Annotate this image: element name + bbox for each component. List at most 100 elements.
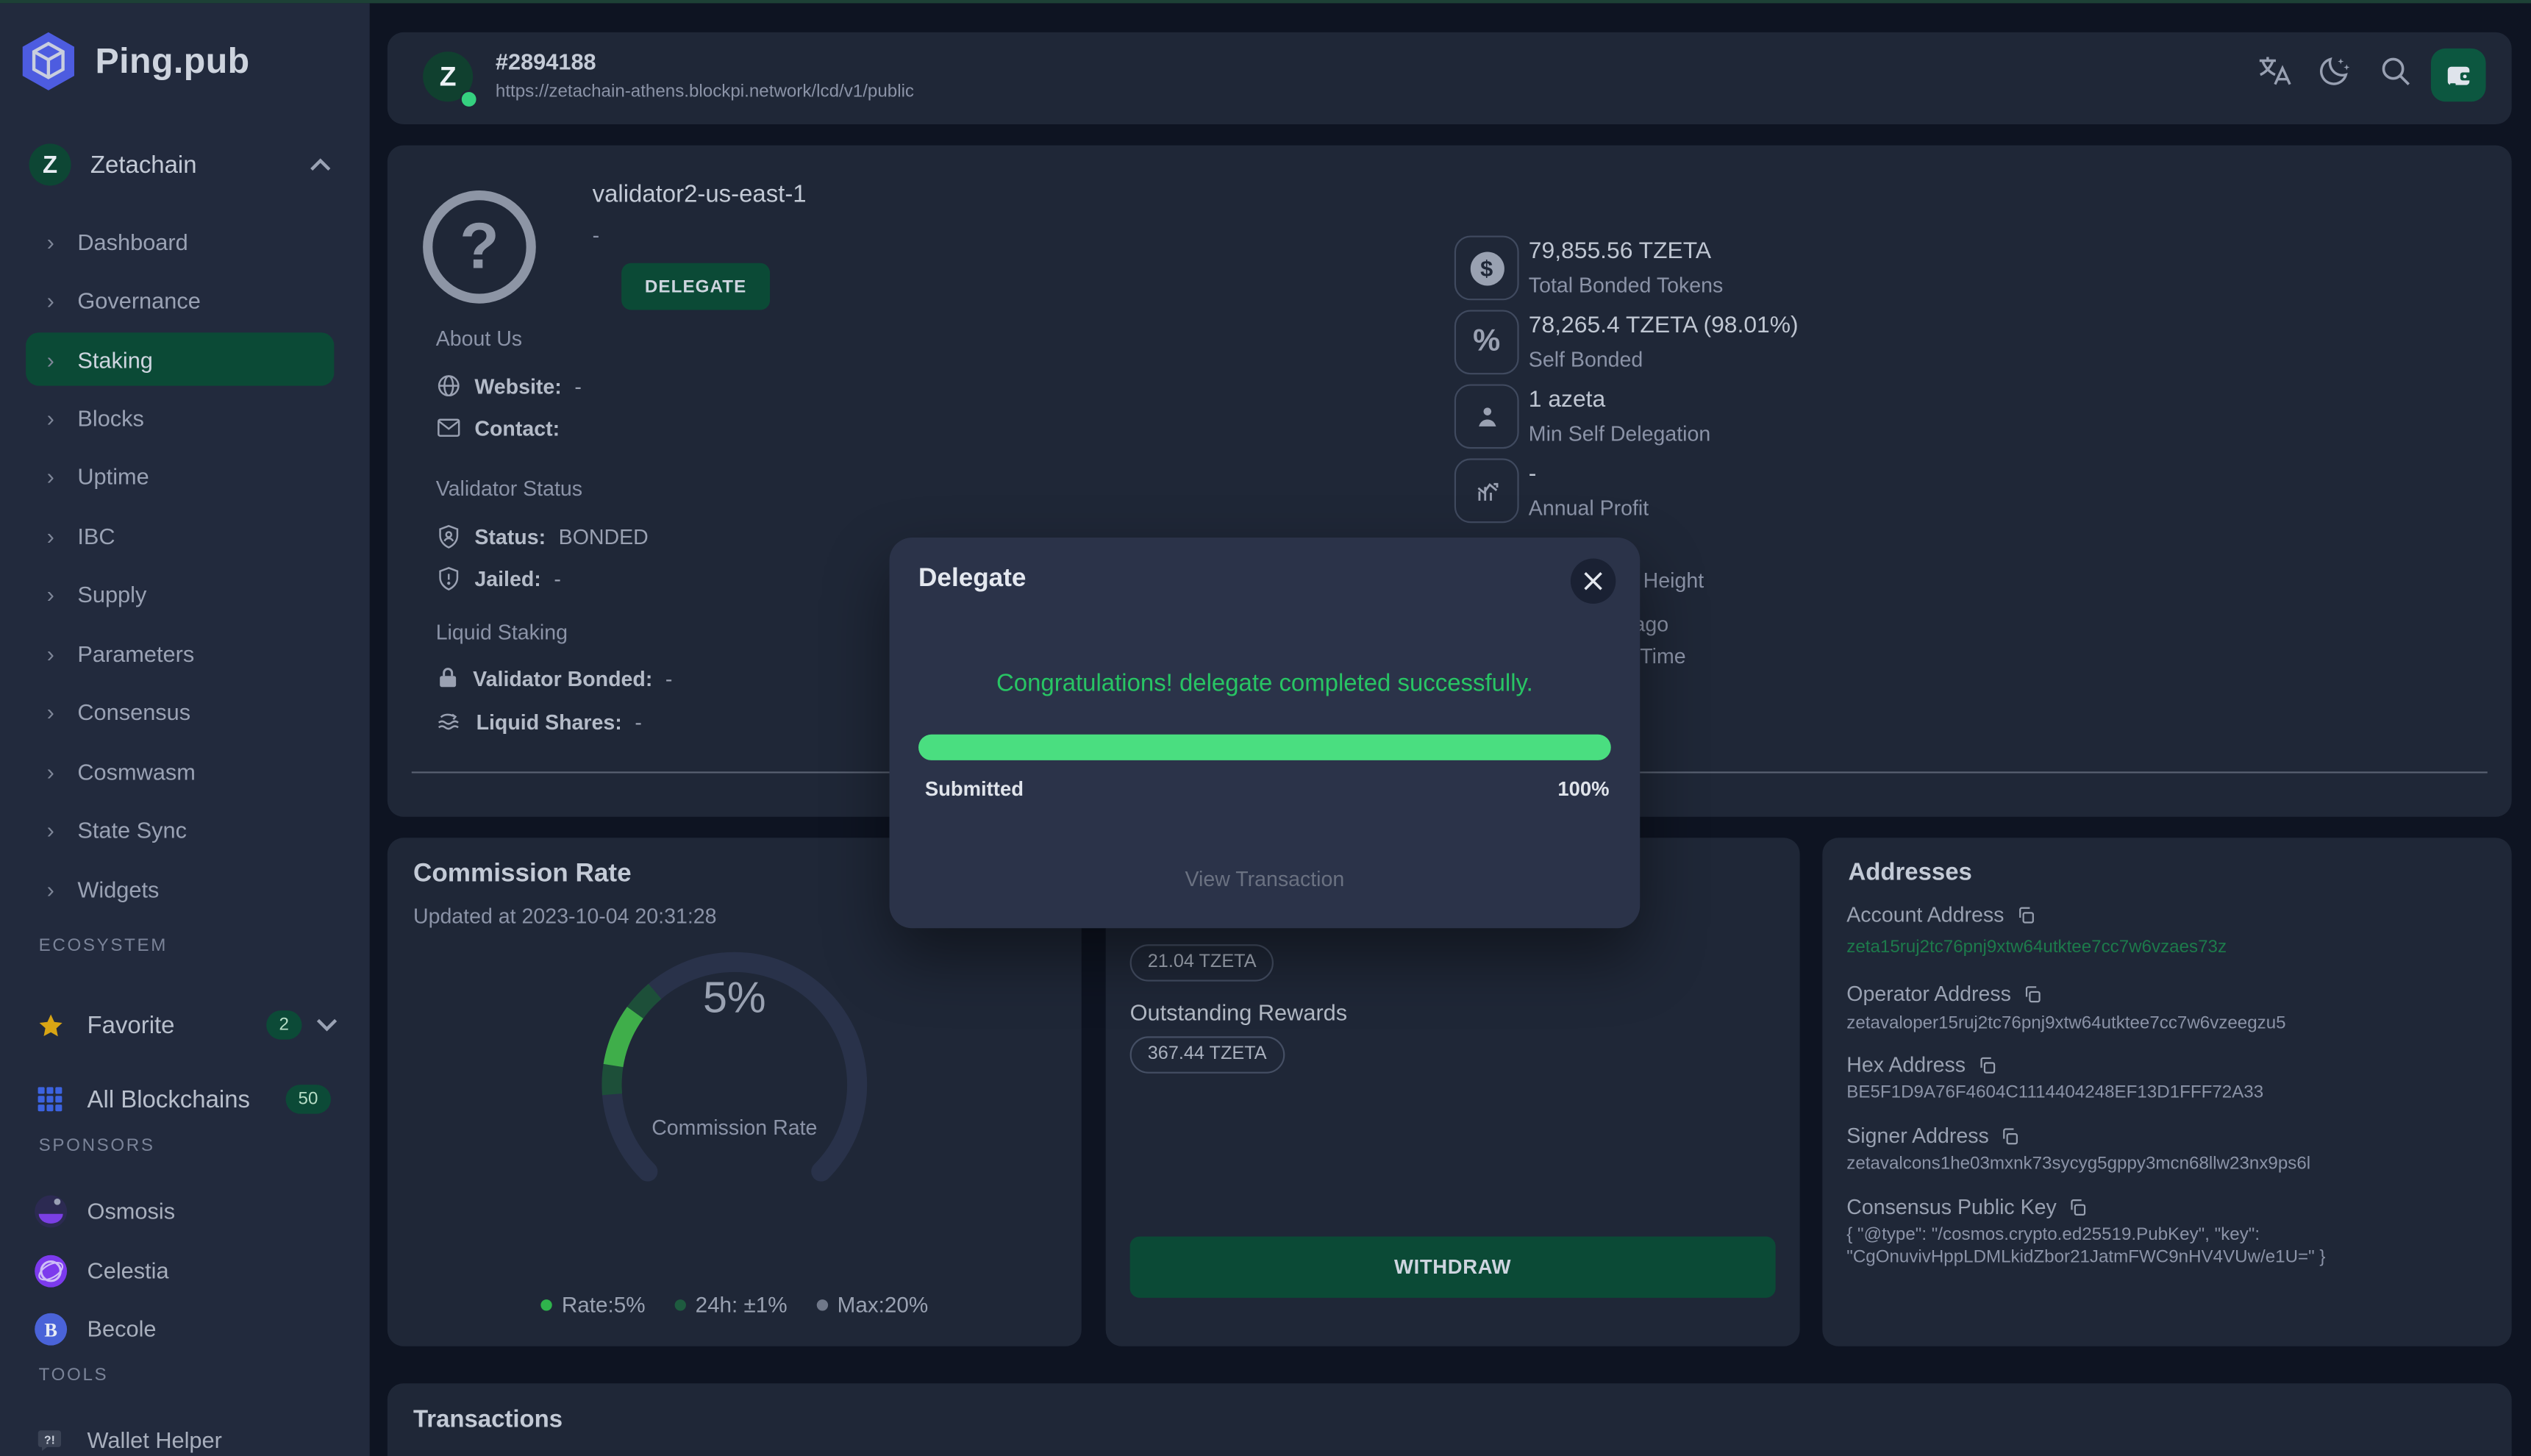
search-icon[interactable] <box>2377 53 2413 88</box>
commission-rate-value: 5% <box>388 974 1082 1024</box>
chevron-right-icon: › <box>47 640 70 665</box>
sidebar-item-governance[interactable]: › Governance <box>26 273 334 326</box>
chevron-down-icon <box>316 1018 338 1032</box>
status-row: Status: BONDED <box>436 523 649 550</box>
commission-legend: Rate:5% 24h: ±1% Max:20% <box>388 1293 1082 1317</box>
stat-self-bonded: % 78,265.4 TZETA (98.01%) Self Bonded <box>1454 310 2423 374</box>
legend-max: Max:20% <box>816 1293 928 1317</box>
commission-rate-caption: Commission Rate <box>388 1116 1082 1140</box>
sidebar-item-wallet-helper[interactable]: ?! Wallet Helper <box>26 1413 343 1456</box>
tool-label: Wallet Helper <box>88 1427 344 1453</box>
close-icon[interactable] <box>1571 559 1616 604</box>
contact-row: Contact: <box>436 415 560 440</box>
stat-total-bonded: $ 79,855.56 TZETA Total Bonded Tokens <box>1454 235 2423 300</box>
status-label: Status: <box>474 524 546 549</box>
copy-icon[interactable] <box>2000 1126 2019 1145</box>
modal-title: Delegate <box>918 565 1026 594</box>
copy-icon[interactable] <box>2068 1197 2087 1216</box>
wallet-button[interactable] <box>2431 49 2486 101</box>
sidebar-item-label: Governance <box>77 287 200 313</box>
chevron-right-icon: › <box>47 229 70 254</box>
sidebar-item-widgets[interactable]: › Widgets <box>26 862 334 915</box>
sidebar-item-state-sync[interactable]: › State Sync <box>26 802 334 855</box>
commission-updated: Updated at 2023-10-04 20:31:28 <box>413 904 717 928</box>
chevron-right-icon: › <box>47 698 70 724</box>
sidebar-item-ibc[interactable]: › IBC <box>26 508 334 561</box>
outstanding-rewards-label: Outstanding Rewards <box>1130 999 1348 1025</box>
dark-mode-moon-icon[interactable] <box>2316 53 2352 88</box>
sidebar-item-all-blockchains[interactable]: All Blockchains 50 <box>26 1072 343 1127</box>
copy-icon[interactable] <box>2022 984 2041 1003</box>
sidebar-item-label: Dashboard <box>77 229 188 254</box>
transactions-title: Transactions <box>413 1406 563 1433</box>
validator-status-title: Validator Status <box>436 477 582 501</box>
sidebar-item-parameters[interactable]: › Parameters <box>26 627 334 679</box>
delegate-button[interactable]: DELEGATE <box>621 263 770 310</box>
address-label-text: Operator Address <box>1846 982 2011 1006</box>
chevron-up-icon <box>310 158 331 171</box>
section-tools: TOOLS <box>39 1366 109 1385</box>
sidebar-item-consensus[interactable]: › Consensus <box>26 685 334 738</box>
legend-rate: Rate:5% <box>540 1293 645 1317</box>
address-label-text: Consensus Public Key <box>1846 1194 2057 1218</box>
sidebar-item-staking[interactable]: › Staking <box>26 332 334 385</box>
stat-value: 79,855.56 TZETA <box>1529 239 1711 265</box>
progress-label: Submitted <box>925 778 1024 801</box>
dollar-icon: $ <box>1454 235 1519 300</box>
favorite-count-badge: 2 <box>266 1010 302 1040</box>
sidebar-item-label: Uptime <box>77 463 149 488</box>
delegate-modal: Delegate Congratulations! delegate compl… <box>890 538 1641 928</box>
validator-name: validator2-us-east-1 <box>593 181 807 208</box>
consensus-pubkey-label: Consensus Public Key <box>1846 1194 2087 1218</box>
sidebar-item-label: Cosmwasm <box>77 758 196 784</box>
lock-icon <box>436 665 460 690</box>
chevron-right-icon: › <box>47 404 70 430</box>
account-address-value[interactable]: zeta15ruj2tc76pnj9xtw64utktee7cc7w6vzaes… <box>1846 936 2484 959</box>
withdraw-button[interactable]: WITHDRAW <box>1130 1236 1776 1297</box>
validator-bonded-row: Validator Bonded: - <box>436 665 673 690</box>
obscured-unbonding-height-fragment: Height <box>1643 568 1704 593</box>
all-blockchains-count-badge: 50 <box>285 1085 331 1114</box>
translate-icon[interactable] <box>2257 53 2292 88</box>
copy-icon[interactable] <box>1977 1055 1996 1074</box>
sidebar-item-cosmwasm[interactable]: › Cosmwasm <box>26 744 334 797</box>
sidebar-item-becole[interactable]: B Becole <box>26 1301 343 1356</box>
validator-description: - <box>593 223 600 247</box>
legend-dot-24h <box>674 1299 685 1310</box>
address-label-text: Account Address <box>1846 902 2004 927</box>
address-label-text: Signer Address <box>1846 1124 1989 1148</box>
stat-label: Total Bonded Tokens <box>1529 273 1723 297</box>
legend-label: 24h: ±1% <box>696 1293 788 1317</box>
shield-alert-icon <box>436 565 462 592</box>
signer-address-value: zetavalcons1he03mxnk73sycyg5gppy3mcn68ll… <box>1846 1152 2484 1175</box>
chart-icon <box>1454 458 1519 523</box>
copy-icon[interactable] <box>2016 904 2035 924</box>
all-blockchains-label: All Blockchains <box>88 1085 285 1113</box>
view-transaction-link[interactable]: View Transaction <box>890 867 1641 891</box>
legend-dot-rate <box>540 1299 551 1310</box>
envelope-icon <box>436 415 462 440</box>
percent-icon: % <box>1454 310 1519 374</box>
sidebar-item-favorite[interactable]: Favorite 2 <box>26 998 343 1053</box>
chevron-right-icon: › <box>47 876 70 902</box>
progress-percent: 100% <box>1557 778 1609 801</box>
wallet-helper-icon: ?! <box>32 1424 68 1455</box>
sidebar-item-supply[interactable]: › Supply <box>26 566 334 619</box>
sidebar-item-celestia[interactable]: Celestia <box>26 1243 343 1298</box>
stat-label: Self Bonded <box>1529 347 1643 371</box>
transactions-card: Transactions <box>388 1383 2512 1456</box>
success-message: Congratulations! delegate completed succ… <box>890 670 1641 697</box>
sidebar-item-label: Parameters <box>77 640 194 665</box>
sidebar-item-dashboard[interactable]: › Dashboard <box>26 215 334 268</box>
sidebar-item-uptime[interactable]: › Uptime <box>26 449 334 502</box>
sponsor-label: Osmosis <box>88 1198 344 1224</box>
sidebar-item-blocks[interactable]: › Blocks <box>26 390 334 443</box>
sidebar-item-label: Consensus <box>77 698 190 724</box>
progress-bar <box>918 735 1611 760</box>
brand[interactable]: Ping.pub <box>16 29 250 94</box>
chain-selector[interactable]: Z Zetachain <box>16 139 354 190</box>
hex-address-value: BE5F1D9A76F4604C1114404248EF13D1FFF72A33 <box>1846 1082 2484 1105</box>
app-viewport: Ping.pub Z Zetachain › Dashboard › Gover… <box>0 0 2531 1456</box>
address-label-text: Hex Address <box>1846 1052 1966 1077</box>
sidebar-item-osmosis[interactable]: Osmosis <box>26 1183 343 1238</box>
